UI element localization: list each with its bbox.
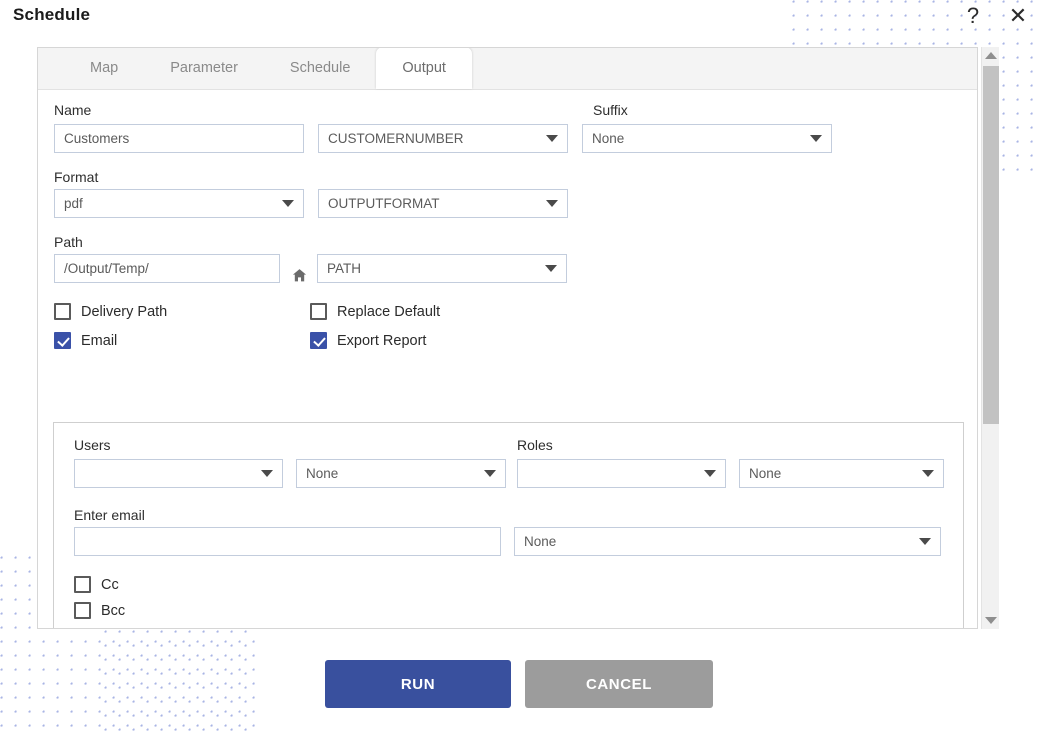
- tab-map[interactable]: Map: [64, 48, 144, 89]
- scroll-down-button[interactable]: [982, 612, 1000, 629]
- checkbox-box-cc[interactable]: [74, 576, 91, 593]
- triangle-down-icon: [985, 617, 997, 624]
- checkbox-box-replace-default[interactable]: [310, 303, 327, 320]
- enter-email-label: Enter email: [74, 507, 145, 523]
- checkbox-cc[interactable]: Cc: [74, 576, 963, 593]
- users-select[interactable]: [74, 459, 283, 488]
- checkbox-label-bcc: Bcc: [101, 602, 126, 619]
- enter-email-token-value: None: [524, 534, 557, 549]
- checkbox-label-export-report: Export Report: [337, 332, 427, 349]
- name-token-select[interactable]: CUSTOMERNUMBER: [318, 124, 568, 153]
- users-token-select[interactable]: None: [296, 459, 506, 488]
- checkbox-box-delivery-path[interactable]: [54, 303, 71, 320]
- chevron-down-icon: [919, 538, 931, 545]
- suffix-label: Suffix: [593, 102, 628, 118]
- chevron-down-icon: [545, 265, 557, 272]
- email-delivery-panel: Users Roles None None Enter email None C…: [53, 422, 964, 628]
- checkbox-email[interactable]: Email: [54, 332, 310, 349]
- chevron-down-icon: [546, 135, 558, 142]
- enter-email-input[interactable]: [74, 527, 501, 556]
- checkbox-replace-default[interactable]: Replace Default: [310, 303, 440, 320]
- roles-select[interactable]: [517, 459, 726, 488]
- decorative-dot-pattern-bottom-left-2: [104, 630, 258, 733]
- tab-bar: Map Parameter Schedule Output: [38, 48, 977, 90]
- chevron-down-icon: [704, 470, 716, 477]
- help-icon[interactable]: ?: [959, 2, 987, 30]
- chevron-down-icon: [922, 470, 934, 477]
- roles-token-select[interactable]: None: [739, 459, 944, 488]
- path-token-select[interactable]: PATH: [317, 254, 567, 283]
- roles-token-value: None: [749, 466, 782, 481]
- users-token-value: None: [306, 466, 339, 481]
- close-icon[interactable]: ✕: [1004, 2, 1032, 30]
- tab-parameter[interactable]: Parameter: [144, 48, 264, 89]
- path-input[interactable]: /Output/Temp/: [54, 254, 280, 283]
- format-token-select[interactable]: OUTPUTFORMAT: [318, 189, 568, 218]
- checkbox-label-email: Email: [81, 332, 118, 349]
- cancel-button[interactable]: CANCEL: [525, 660, 713, 708]
- tab-output[interactable]: Output: [376, 48, 472, 89]
- chevron-down-icon: [282, 200, 294, 207]
- suffix-select[interactable]: None: [582, 124, 832, 153]
- tab-schedule[interactable]: Schedule: [264, 48, 376, 89]
- triangle-up-icon: [985, 52, 997, 59]
- email-template-label: Email Template: [74, 626, 342, 628]
- run-button[interactable]: RUN: [325, 660, 511, 708]
- users-label: Users: [74, 437, 111, 453]
- schedule-dialog-card: Map Parameter Schedule Output Name Suffi…: [37, 47, 978, 629]
- checkbox-label-replace-default: Replace Default: [337, 303, 441, 320]
- enter-email-token-select[interactable]: None: [514, 527, 941, 556]
- checkbox-export-report[interactable]: Export Report: [310, 332, 426, 349]
- checkbox-delivery-path[interactable]: Delivery Path: [54, 303, 310, 320]
- chevron-down-icon: [810, 135, 822, 142]
- path-label: Path: [54, 234, 83, 250]
- format-label: Format: [54, 169, 99, 185]
- name-label: Name: [54, 102, 92, 118]
- roles-label: Roles: [517, 437, 553, 453]
- schedule-dialog: Schedule ? ✕ Map Parameter Schedule Outp…: [0, 0, 1037, 733]
- checkbox-box-bcc[interactable]: [74, 602, 91, 619]
- format-value: pdf: [64, 196, 83, 211]
- checkbox-box-export-report[interactable]: [310, 332, 327, 349]
- chevron-down-icon: [546, 200, 558, 207]
- home-icon[interactable]: [292, 268, 307, 283]
- output-tab-panel: Name Suffix Customers CUSTOMERNUMBER Non…: [38, 90, 977, 628]
- format-select[interactable]: pdf: [54, 189, 304, 218]
- checkbox-bcc[interactable]: Bcc: [74, 602, 963, 619]
- checkbox-box-email[interactable]: [54, 332, 71, 349]
- format-token-value: OUTPUTFORMAT: [328, 196, 440, 211]
- scroll-up-button[interactable]: [982, 47, 1000, 64]
- name-token-value: CUSTOMERNUMBER: [328, 131, 464, 146]
- vertical-scrollbar[interactable]: [981, 47, 999, 629]
- name-input[interactable]: Customers: [54, 124, 304, 153]
- chevron-down-icon: [484, 470, 496, 477]
- suffix-value: None: [592, 131, 625, 146]
- path-token-value: PATH: [327, 261, 362, 276]
- chevron-down-icon: [261, 470, 273, 477]
- page-title: Schedule: [13, 5, 91, 24]
- checkbox-label-delivery-path: Delivery Path: [81, 303, 168, 320]
- subject-label: Subject: [342, 626, 389, 628]
- scrollbar-thumb[interactable]: [983, 66, 999, 424]
- checkbox-label-cc: Cc: [101, 576, 119, 593]
